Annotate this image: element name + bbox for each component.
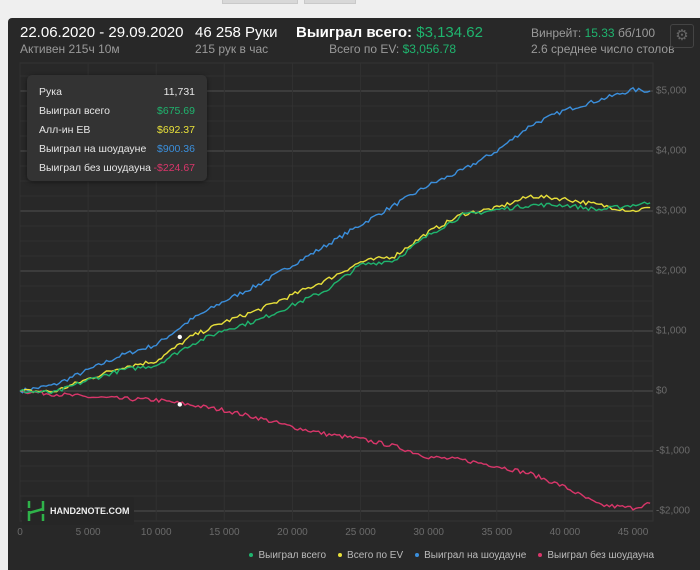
y-tick-label: $1,000 <box>656 325 687 337</box>
tooltip-label: Рука <box>39 86 62 98</box>
chart-legend: Выиграл всего Всего по EV Выиграл на шоу… <box>249 550 654 561</box>
legend-label: Выиграл всего <box>258 550 327 561</box>
y-tick-label: -$1,000 <box>656 445 690 457</box>
hover-point <box>177 402 182 407</box>
legend-label: Выиграл на шоудауне <box>424 550 527 561</box>
x-tick-label: 45 000 <box>617 527 649 538</box>
x-tick-label: 5 000 <box>75 527 101 538</box>
tooltip-row: Выиграл на шоудауне $900.36 <box>39 143 195 155</box>
tooltip-label: Алл-ин EB <box>39 124 91 136</box>
x-tick-label: 20 000 <box>277 527 308 538</box>
tooltip-row: Рука 11,731 <box>39 86 195 98</box>
hover-tooltip: Рука 11,731 Выиграл всего $675.69 Алл-ин E… <box>27 75 207 181</box>
hover-point <box>177 334 182 340</box>
legend-dot-icon <box>538 553 543 558</box>
tooltip-value: 11,731 <box>163 86 195 98</box>
legend-item[interactable]: Всего по EV <box>338 550 403 561</box>
y-tick-label: $3,000 <box>656 205 687 217</box>
x-tick-label: 15 000 <box>209 527 240 538</box>
legend-label: Выиграл без шоудауна <box>547 550 654 561</box>
legend-dot-icon <box>249 553 254 558</box>
legend-label: Всего по EV <box>347 550 404 561</box>
x-tick-label: 35 000 <box>481 527 513 538</box>
legend-item[interactable]: Выиграл на шоудауне <box>415 550 526 561</box>
logo-mark-icon <box>27 501 45 521</box>
tooltip-value: $900.36 <box>157 143 195 155</box>
hand2note-logo: HAND2NOTE.COM <box>22 497 134 525</box>
logo-text: HAND2NOTE.COM <box>50 506 130 516</box>
y-tick-label: $2,000 <box>656 265 687 277</box>
series-line <box>19 194 651 394</box>
x-tick-label: 40 000 <box>549 527 581 538</box>
legend-dot-icon <box>338 553 343 558</box>
tooltip-value: $692.37 <box>157 124 195 136</box>
tooltip-value: -$224.67 <box>153 162 195 174</box>
y-tick-label: -$2,000 <box>656 505 690 517</box>
legend-dot-icon <box>415 553 420 558</box>
y-tick-label: $4,000 <box>656 145 687 157</box>
y-tick-label: $0 <box>656 385 668 397</box>
tooltip-label: Выиграл без шоудауна <box>39 162 151 174</box>
legend-item[interactable]: Выиграл без шоудауна <box>538 550 654 561</box>
tooltip-label: Выиграл на шоудауне <box>39 143 147 155</box>
series-line <box>19 389 651 511</box>
tooltip-value: $675.69 <box>157 105 195 117</box>
tooltip-label: Выиграл всего <box>39 105 110 117</box>
x-tick-label: 0 <box>17 527 23 538</box>
x-tick-label: 10 000 <box>140 527 172 538</box>
x-tick-label: 25 000 <box>345 527 376 538</box>
tooltip-row: Выиграл всего $675.69 <box>39 105 195 117</box>
series-line <box>19 201 651 395</box>
tooltip-row: Алл-ин EB $692.37 <box>39 124 195 136</box>
x-tick-label: 30 000 <box>413 527 444 538</box>
legend-item[interactable]: Выиграл всего <box>249 550 326 561</box>
y-tick-label: $5,000 <box>656 85 687 97</box>
tooltip-row: Выиграл без шоудауна -$224.67 <box>39 162 195 174</box>
